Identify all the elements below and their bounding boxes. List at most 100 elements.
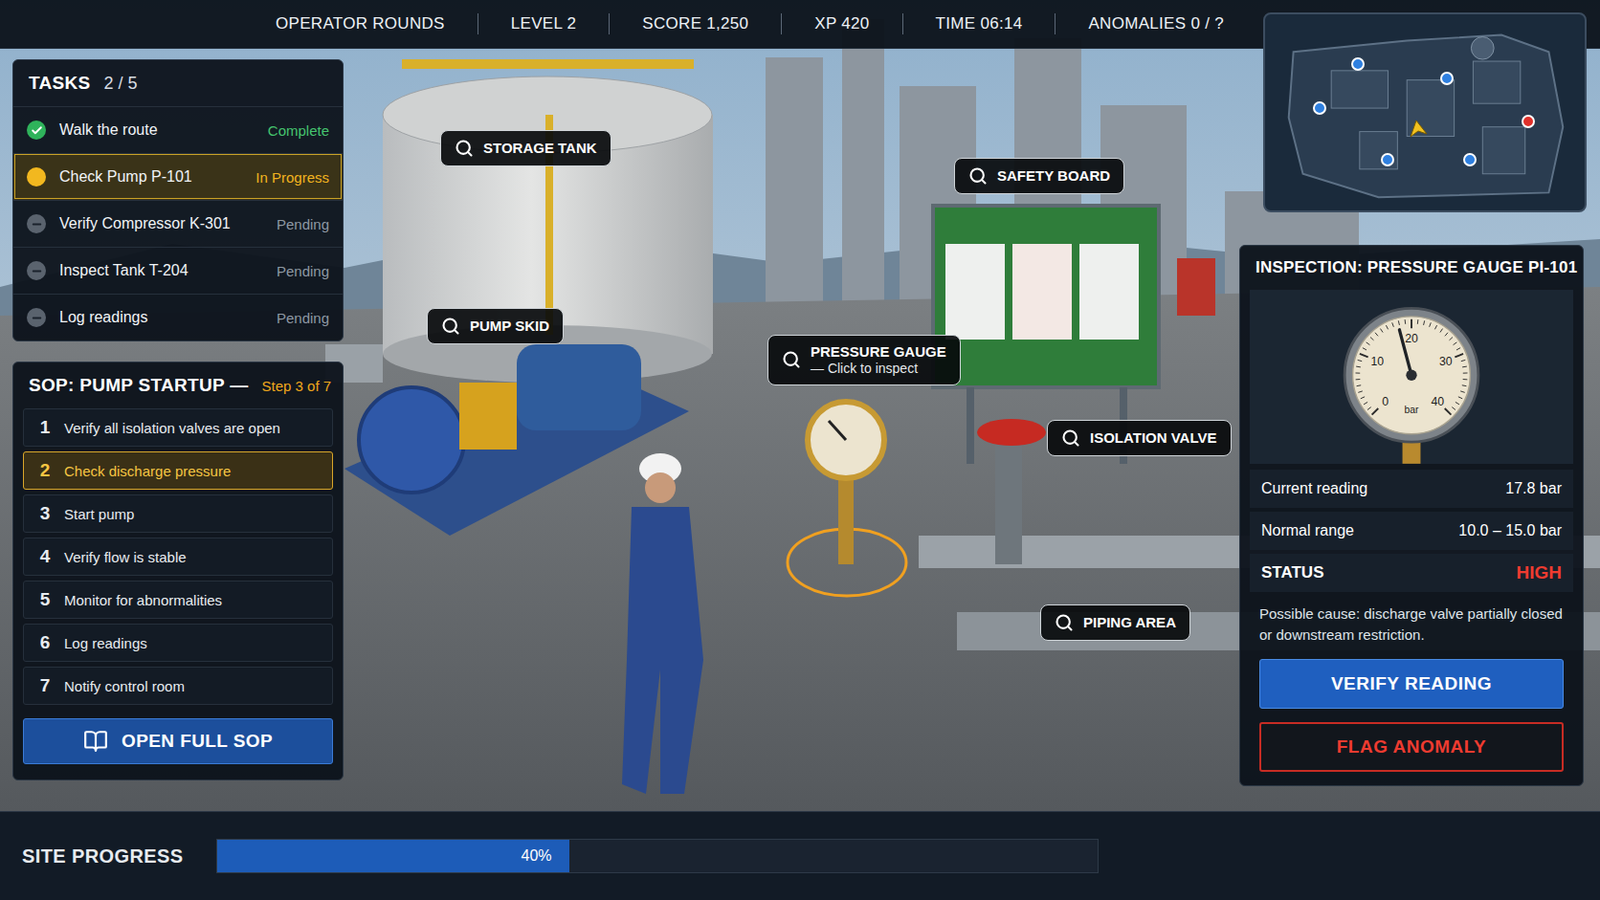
task-label: Walk the route — [59, 121, 158, 139]
left-column: TASKS2 / 5 Walk the route Complete Check Pu… — [12, 59, 344, 802]
reading-row: Current reading17.8 bar — [1249, 469, 1574, 509]
scene-label-title: PIPING AREA — [1083, 614, 1177, 632]
piping — [918, 258, 1600, 651]
task-label: Verify Compressor K-301 — [59, 215, 231, 233]
pending-status-icon — [26, 308, 46, 328]
verify-button[interactable]: VERIFY READING — [1259, 659, 1564, 710]
task-label: Inspect Tank T-204 — [59, 262, 189, 280]
task-status: Pending — [276, 310, 330, 327]
sop-step[interactable]: 7 Notify control room — [22, 666, 334, 706]
scene-label-hint: — Click to inspect — [810, 360, 947, 378]
reading-value: HIGH — [1516, 562, 1563, 584]
reading-row: Normal range10.0 – 15.0 bar — [1249, 511, 1574, 551]
gauge-tick: 30 — [1439, 355, 1453, 369]
sop-step-number: 4 — [35, 546, 55, 568]
storage-tank — [382, 59, 713, 383]
gauge-unit: bar — [1404, 404, 1421, 416]
scene-label-title: PRESSURE GAUGE — [810, 343, 947, 361]
book-icon — [83, 729, 109, 755]
sop-step-number: 3 — [35, 503, 55, 525]
map-marker[interactable] — [1463, 153, 1477, 167]
scene-label-title: PUMP SKID — [469, 317, 550, 335]
scene-label[interactable]: PIPING AREA — [1040, 604, 1191, 642]
scene-label-text: PIPING AREA — [1083, 614, 1177, 632]
pending-status-icon — [26, 261, 46, 281]
map-marker[interactable] — [1380, 153, 1395, 167]
scene-label[interactable]: PUMP SKID — [426, 308, 564, 345]
scene-label-title: ISOLATION VALVE — [1089, 429, 1218, 447]
task-label: Log readings — [59, 309, 149, 327]
hud-item: OPERATOR ROUNDS — [275, 14, 445, 34]
search-icon — [454, 138, 474, 158]
pending-status-icon — [26, 214, 46, 234]
search-icon — [441, 316, 461, 336]
sop-step[interactable]: 5Monitor for abnormalities — [22, 580, 334, 620]
search-icon — [1054, 613, 1074, 633]
sop-step-number: 5 — [35, 589, 55, 611]
open-sop-button[interactable]: OPEN FULL SOP — [22, 718, 334, 765]
hud-item: LEVEL 2 — [511, 14, 578, 34]
task-row[interactable]: Walk the route Complete — [13, 106, 343, 154]
site-progress-bar: SITE PROGRESS40% — [0, 811, 1600, 900]
scene-label-title: SAFETY BOARD — [997, 167, 1111, 185]
inspection-panel: INSPECTION: PRESSURE GAUGE PI-1010102030… — [1239, 244, 1584, 787]
gauge-tick: 10 — [1370, 355, 1384, 369]
gauge-marker — [787, 401, 907, 597]
sop-step-label: Start pump — [64, 506, 134, 523]
sop-step[interactable]: 6Log readings — [22, 623, 334, 663]
hud-divider — [902, 13, 904, 35]
scene-label[interactable]: ISOLATION VALVE — [1046, 420, 1232, 457]
hud-divider — [780, 13, 782, 35]
hud-divider — [477, 13, 479, 35]
sop-step[interactable]: 4Verify flow is stable — [22, 537, 334, 577]
sop-step-label: Notify control room — [64, 678, 185, 695]
scene-label[interactable]: STORAGE TANK — [440, 130, 612, 167]
sop-step[interactable]: 1Verify all isolation valves are open — [22, 408, 334, 447]
tasks-header: TASKS2 / 5 — [13, 60, 343, 107]
pressure-gauge-icon: 010203040bar — [1330, 295, 1493, 465]
sop-step-label: Check discharge pressure — [64, 463, 231, 480]
map-marker[interactable] — [1521, 114, 1535, 129]
reading-label: Current reading — [1261, 480, 1368, 498]
gauge-needle — [1399, 330, 1412, 376]
sop-panel: SOP: PUMP STARTUP —Step 3 of 71Verify al… — [12, 361, 344, 781]
hud-divider — [608, 13, 610, 35]
sop-step-note: Step 3 of 7 — [262, 377, 333, 395]
search-icon — [968, 166, 988, 186]
scene-label[interactable]: PRESSURE GAUGE— Click to inspect — [767, 334, 961, 386]
progress-reading: 40% — [521, 847, 553, 866]
complete-status-icon — [26, 120, 46, 140]
task-row[interactable]: Verify Compressor K-301 Pending — [13, 200, 343, 247]
player-arrow-icon — [1406, 117, 1430, 141]
task-status: In Progress — [255, 169, 330, 186]
sop-step[interactable]: 3 Start pump — [22, 494, 334, 534]
minimap-layout-icon — [1265, 14, 1585, 211]
scene-label-title: STORAGE TANK — [483, 139, 598, 157]
sop-step[interactable]: 2Check discharge pressure — [22, 451, 334, 490]
task-status: Complete — [267, 122, 330, 139]
flag-button[interactable]: FLAG ANOMALY — [1259, 722, 1564, 773]
search-icon — [781, 350, 801, 370]
task-row[interactable]: Inspect Tank T-204 Pending — [13, 246, 343, 294]
scene-label-text: STORAGE TANK — [483, 139, 598, 157]
sop-step-list: 1Verify all isolation valves are open 2Ch… — [13, 408, 343, 706]
task-label: Check Pump P-101 — [59, 168, 193, 186]
hud-divider — [1054, 13, 1056, 35]
task-status: Pending — [276, 216, 330, 233]
hud-item: ANOMALIES 0 / ? — [1088, 14, 1224, 34]
task-status: Pending — [276, 263, 330, 280]
gauge-view: 010203040bar — [1249, 289, 1574, 465]
scene-label-text: PRESSURE GAUGE— Click to inspect — [810, 343, 947, 378]
possible-cause-note: Possible cause: discharge valve partiall… — [1240, 592, 1583, 660]
reading-value: 10.0 – 15.0 bar — [1458, 522, 1562, 540]
sop-header: SOP: PUMP STARTUP —Step 3 of 7 — [13, 362, 343, 409]
game-screen: OPERATOR ROUNDSLEVEL 2SCORE 1,250XP 420T… — [0, 0, 1600, 900]
task-row[interactable]: Check Pump P-101 In Progress — [13, 153, 343, 200]
task-row[interactable]: Log readings Pending — [13, 293, 343, 341]
scene-label-text: ISOLATION VALVE — [1089, 429, 1218, 447]
minimap[interactable] — [1263, 12, 1587, 213]
inspection-title: INSPECTION: PRESSURE GAUGE PI-101 — [1240, 245, 1583, 290]
sop-step-number: 7 — [35, 675, 55, 697]
scene-label[interactable]: SAFETY BOARD — [954, 157, 1125, 195]
gauge-tick: 0 — [1381, 395, 1389, 409]
